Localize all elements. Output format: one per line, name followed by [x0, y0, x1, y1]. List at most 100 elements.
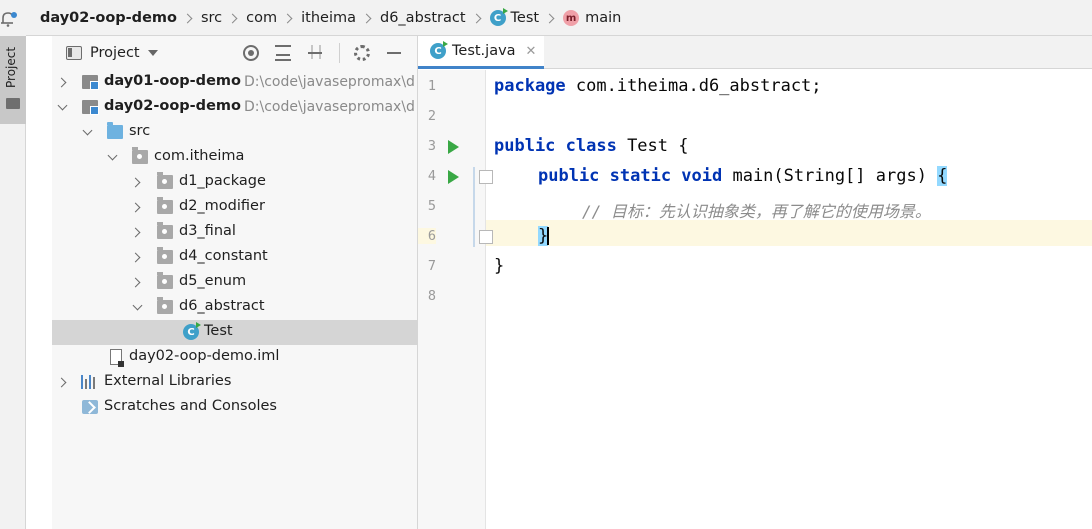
- breadcrumb-method[interactable]: m main: [563, 10, 621, 26]
- project-tree: day01-oop-demo D:\code\javasepromax\d da…: [52, 70, 418, 420]
- matched-brace: {: [937, 166, 948, 186]
- tool-window-stripe: Project: [0, 36, 26, 529]
- line-number: 2: [427, 108, 436, 124]
- code-line-5-comment: // 目标：先认识抽象类，再了解它的使用场景。: [582, 202, 931, 221]
- breadcrumb-separator-icon: [227, 13, 238, 23]
- notification-icon[interactable]: [0, 10, 18, 28]
- tree-item-test[interactable]: C Test: [52, 320, 418, 345]
- package-icon: [157, 297, 173, 314]
- package-icon: [157, 172, 173, 189]
- chevron-right-icon[interactable]: [130, 177, 141, 188]
- java-class-icon: C: [430, 41, 448, 59]
- tab-label: Test.java: [452, 43, 516, 59]
- tree-item-d5-enum[interactable]: d5_enum: [52, 270, 418, 295]
- package-icon: [132, 147, 148, 164]
- package-icon: [157, 272, 173, 289]
- project-panel-title[interactable]: Project: [90, 45, 140, 61]
- module-path: D:\code\javasepromax\d: [244, 99, 415, 115]
- line-number: 7: [427, 258, 436, 274]
- breadcrumb-itheima[interactable]: itheima: [301, 10, 356, 26]
- tree-item-com-itheima[interactable]: com.itheima: [52, 145, 418, 170]
- chevron-right-icon[interactable]: [130, 252, 141, 263]
- locate-icon[interactable]: [243, 45, 259, 61]
- line-number: 5: [427, 198, 436, 214]
- close-icon[interactable]: ✕: [526, 44, 537, 59]
- hide-panel-icon[interactable]: [386, 45, 402, 61]
- project-tool-button[interactable]: Project: [0, 36, 26, 124]
- chevron-right-icon[interactable]: [130, 227, 141, 238]
- tree-item-scratches[interactable]: Scratches and Consoles: [52, 395, 418, 420]
- chevron-down-icon[interactable]: [132, 300, 143, 311]
- tab-test-java[interactable]: C Test.java ✕: [418, 36, 544, 69]
- editor-gutter: 1 2 3 4 5 6 7 8: [418, 70, 493, 529]
- tree-item-label: Test: [204, 323, 233, 339]
- scratches-icon: [82, 400, 98, 414]
- tree-item-label: d5_enum: [179, 273, 247, 289]
- run-class-icon[interactable]: [448, 140, 459, 154]
- tree-item-label: d3_final: [179, 223, 236, 239]
- tree-item-iml-file[interactable]: day02-oop-demo.iml: [52, 345, 418, 370]
- fold-range-indicator: [473, 167, 475, 247]
- breadcrumb-d6-abstract[interactable]: d6_abstract: [380, 10, 466, 26]
- gear-icon[interactable]: [354, 45, 370, 61]
- chevron-down-icon[interactable]: [147, 50, 158, 56]
- tree-item-src[interactable]: src: [52, 120, 418, 145]
- breadcrumb-com[interactable]: com: [246, 10, 277, 26]
- tree-item-day01-oop-demo[interactable]: day01-oop-demo D:\code\javasepromax\d: [52, 70, 418, 95]
- chevron-right-icon[interactable]: [56, 77, 67, 88]
- tree-item-label: day01-oop-demo: [104, 73, 241, 89]
- tree-item-d1-package[interactable]: d1_package: [52, 170, 418, 195]
- line-number: 1: [427, 78, 436, 94]
- tree-item-d4-constant[interactable]: d4_constant: [52, 245, 418, 270]
- tool-stripe-top: [0, 0, 26, 36]
- chevron-down-icon[interactable]: [107, 150, 118, 161]
- code-text-area[interactable]: package com.itheima.d6_abstract; public …: [486, 70, 1092, 529]
- toolbar-divider: [339, 43, 340, 63]
- tree-item-label: com.itheima: [154, 148, 245, 164]
- package-icon: [157, 197, 173, 214]
- collapse-all-icon[interactable]: [307, 45, 323, 61]
- tree-item-label: day02-oop-demo: [104, 98, 241, 114]
- editor-tab-bar: C Test.java ✕: [418, 36, 1092, 69]
- breadcrumb: day02-oop-demo src com itheima d6_abstra…: [40, 0, 621, 36]
- chevron-down-icon[interactable]: [82, 125, 93, 136]
- breadcrumb-separator-icon: [544, 13, 555, 23]
- line-number: 4: [427, 168, 436, 184]
- module-icon: [82, 75, 99, 90]
- tree-item-external-libraries[interactable]: External Libraries: [52, 370, 418, 395]
- tree-item-label: day02-oop-demo.iml: [129, 348, 280, 364]
- breadcrumb-src[interactable]: src: [201, 10, 222, 26]
- breadcrumb-class-label: Test: [510, 10, 540, 26]
- breadcrumb-separator-icon: [282, 13, 293, 23]
- line-number: 3: [427, 138, 436, 154]
- module-icon: [82, 100, 99, 115]
- tree-item-d3-final[interactable]: d3_final: [52, 220, 418, 245]
- tree-item-label: src: [129, 123, 151, 139]
- code-line-7: }: [494, 256, 505, 276]
- method-icon: m: [563, 10, 580, 26]
- tree-item-day02-oop-demo[interactable]: day02-oop-demo D:\code\javasepromax\d: [52, 95, 418, 120]
- source-folder-icon: [107, 122, 123, 139]
- breadcrumb-separator-icon: [361, 13, 372, 23]
- package-icon: [157, 247, 173, 264]
- chevron-right-icon[interactable]: [130, 202, 141, 213]
- navigation-bar: day02-oop-demo src com itheima d6_abstra…: [0, 0, 1092, 36]
- chevron-down-icon[interactable]: [57, 100, 68, 111]
- tree-item-label: Scratches and Consoles: [104, 398, 277, 414]
- tree-item-d6-abstract[interactable]: d6_abstract: [52, 295, 418, 320]
- line-number: 6: [418, 228, 436, 244]
- run-main-icon[interactable]: [448, 170, 459, 184]
- module-path: D:\code\javasepromax\d: [244, 74, 415, 90]
- folder-icon: [6, 98, 20, 109]
- tree-item-d2-modifier[interactable]: d2_modifier: [52, 195, 418, 220]
- expand-all-icon[interactable]: [275, 45, 291, 61]
- chevron-right-icon[interactable]: [56, 377, 67, 388]
- project-panel-toolbar: [243, 36, 418, 70]
- java-class-icon: C: [489, 8, 508, 26]
- chevron-right-icon[interactable]: [130, 277, 141, 288]
- breadcrumb-class[interactable]: C Test: [489, 8, 540, 26]
- breadcrumb-project[interactable]: day02-oop-demo: [40, 10, 177, 26]
- breadcrumb-method-label: main: [585, 10, 622, 26]
- code-line-6: }: [538, 226, 549, 246]
- tree-item-label: d1_package: [179, 173, 266, 189]
